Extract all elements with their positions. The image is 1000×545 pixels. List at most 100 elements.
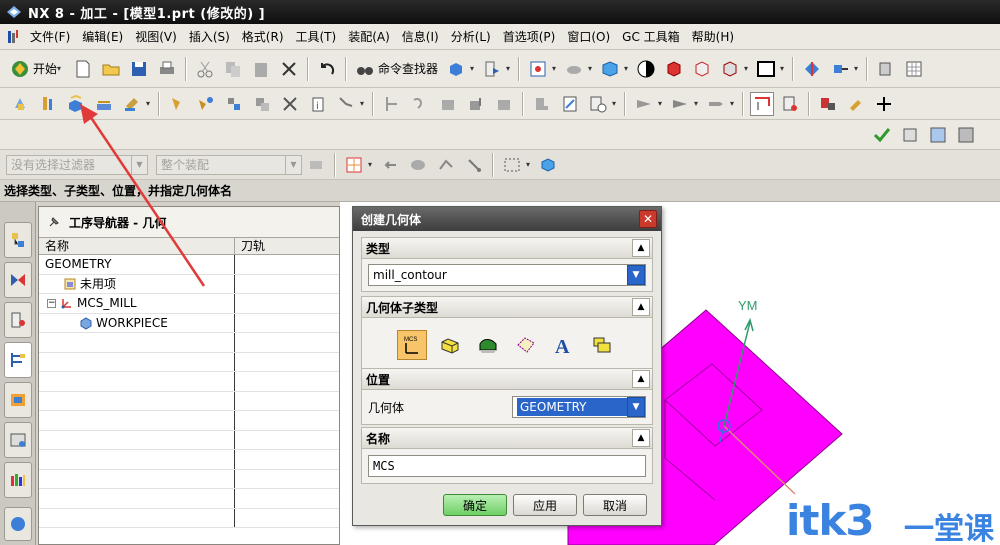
menu-help[interactable]: 帮助(H)	[686, 28, 740, 45]
verify-path-button[interactable]	[464, 92, 488, 116]
delete-button[interactable]	[277, 57, 301, 81]
resource-tab-system[interactable]	[4, 507, 32, 541]
replay-path-button[interactable]	[408, 92, 432, 116]
subtype-group-header[interactable]: 几何体子类型 ▲	[361, 296, 653, 318]
column-header-toolpath[interactable]: 刀轨	[235, 238, 265, 254]
dialog-close-button[interactable]: ✕	[639, 210, 657, 228]
column-header-name[interactable]: 名称	[39, 238, 235, 254]
name-group-header[interactable]: 名称 ▲	[361, 427, 653, 449]
machine-tool-view-button[interactable]	[194, 92, 218, 116]
subtype-mill-area-button[interactable]	[473, 330, 503, 360]
paste-button[interactable]	[249, 57, 273, 81]
menu-assembly[interactable]: 装配(A)	[342, 28, 396, 45]
program-list-button[interactable]	[954, 123, 978, 147]
resource-tab-part[interactable]	[4, 302, 32, 338]
clip-button[interactable]	[718, 57, 742, 81]
rotate-view-button[interactable]	[562, 57, 586, 81]
create-method-button[interactable]	[92, 92, 116, 116]
ok-button[interactable]: 确定	[443, 494, 507, 516]
grid-button[interactable]	[902, 57, 926, 81]
select-curve-button[interactable]	[434, 153, 458, 177]
boundary-button[interactable]	[750, 91, 774, 116]
info-button[interactable]	[480, 57, 504, 81]
postprocess-button[interactable]	[530, 92, 554, 116]
location-group-header[interactable]: 位置 ▲	[361, 368, 653, 390]
type-dropdown[interactable]: mill_contour ▼	[368, 264, 646, 286]
wireframe-button[interactable]	[690, 57, 714, 81]
display-mode-button[interactable]	[634, 57, 658, 81]
select-component-button[interactable]	[536, 153, 560, 177]
shaded-view-button[interactable]	[598, 57, 622, 81]
pin-icon[interactable]	[47, 215, 61, 229]
menu-format[interactable]: 格式(R)	[236, 28, 290, 45]
shop-report-button[interactable]	[778, 92, 802, 116]
resource-tab-web[interactable]	[4, 422, 32, 458]
orient-button[interactable]	[800, 57, 824, 81]
menu-insert[interactable]: 插入(S)	[183, 28, 236, 45]
create-tool-button[interactable]	[36, 92, 60, 116]
shop-doc-button[interactable]	[558, 92, 582, 116]
rectangle-select-button[interactable]	[500, 153, 524, 177]
geometry-parent-dropdown[interactable]: GEOMETRY ▼	[512, 396, 646, 418]
resource-tab-library[interactable]	[4, 382, 32, 418]
subtype-workpiece-button[interactable]	[435, 330, 465, 360]
chevron-up-icon[interactable]: ▲	[632, 239, 650, 257]
undo-button[interactable]	[315, 57, 339, 81]
menu-preferences[interactable]: 首选项(P)	[497, 28, 562, 45]
select-face-button[interactable]	[378, 153, 402, 177]
add-button[interactable]	[872, 92, 896, 116]
menu-gc-toolkit[interactable]: GC 工具箱	[616, 28, 686, 45]
delete-object-button[interactable]	[278, 92, 302, 116]
create-operation-button[interactable]	[120, 92, 144, 116]
menu-information[interactable]: 信息(I)	[396, 28, 445, 45]
subtype-mill-geom-button[interactable]	[587, 330, 617, 360]
snap-point-button[interactable]	[342, 153, 366, 177]
chevron-down-icon[interactable]: ▼	[627, 397, 645, 417]
select-body-button[interactable]	[406, 153, 430, 177]
menu-file[interactable]: 文件(F)	[24, 28, 76, 45]
menu-window[interactable]: 窗口(O)	[561, 28, 616, 45]
tree-row-geometry[interactable]: GEOMETRY	[39, 255, 339, 275]
approve-button[interactable]	[870, 123, 894, 147]
open-file-button[interactable]	[99, 57, 123, 81]
cut-button[interactable]	[193, 57, 217, 81]
tree-row-workpiece[interactable]: WORKPIECE	[39, 313, 339, 333]
new-file-button[interactable]	[71, 57, 95, 81]
menu-tools[interactable]: 工具(T)	[290, 28, 343, 45]
background-button[interactable]	[754, 57, 778, 81]
command-finder-button[interactable]: 命令查找器	[351, 56, 442, 82]
chevron-down-icon[interactable]: ▼	[627, 265, 645, 285]
feedrate-button[interactable]	[668, 92, 692, 116]
fit-view-button[interactable]	[526, 57, 550, 81]
create-geometry-button[interactable]	[64, 92, 88, 116]
apply-button[interactable]: 应用	[513, 494, 577, 516]
subtype-mcs-button[interactable]: MCS	[397, 330, 427, 360]
tool-list-button[interactable]	[898, 123, 922, 147]
generate-path-button[interactable]	[380, 92, 404, 116]
program-order-button[interactable]	[166, 92, 190, 116]
probe-button[interactable]	[844, 92, 868, 116]
collapse-toggle-icon[interactable]: −	[47, 298, 56, 308]
fixture-button[interactable]	[816, 92, 840, 116]
menu-view[interactable]: 视图(V)	[129, 28, 183, 45]
chevron-up-icon[interactable]: ▲	[632, 370, 650, 388]
schedule-button[interactable]	[586, 92, 610, 116]
subtype-mill-boundary-button[interactable]	[511, 330, 541, 360]
object-info-button[interactable]: i	[306, 92, 330, 116]
cancel-button[interactable]: 取消	[583, 494, 647, 516]
package-button[interactable]	[444, 57, 468, 81]
move-button[interactable]	[828, 57, 852, 81]
tool-path-button[interactable]	[334, 92, 358, 116]
tool-button[interactable]	[704, 92, 728, 116]
section-view-button[interactable]	[662, 57, 686, 81]
select-feature-button[interactable]	[462, 153, 486, 177]
resource-tab-operation-navigator[interactable]	[4, 342, 32, 378]
tree-row-mcs-mill[interactable]: − MCS_MILL	[39, 294, 339, 314]
create-program-button[interactable]	[8, 92, 32, 116]
resource-tab-history[interactable]	[4, 462, 32, 498]
chevron-up-icon[interactable]: ▲	[632, 298, 650, 316]
start-button[interactable]: 开始 ▾	[6, 56, 69, 82]
menu-edit[interactable]: 编辑(E)	[76, 28, 129, 45]
simulate-button[interactable]	[492, 92, 516, 116]
resource-tab-constraints[interactable]	[4, 262, 32, 298]
